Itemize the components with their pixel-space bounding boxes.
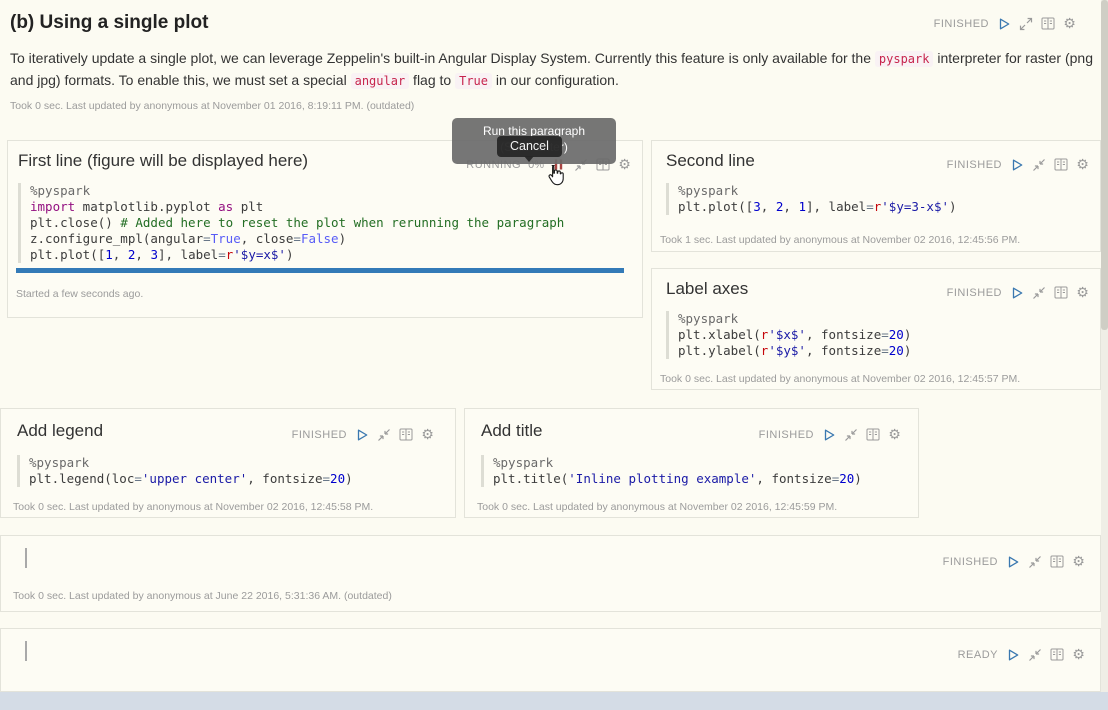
paragraph-title: Label axes xyxy=(666,279,748,299)
paragraph-status-bar: FINISHED ⚙ xyxy=(934,16,1077,31)
paragraph-status-bar: FINISHED ⚙ xyxy=(947,285,1090,300)
gear-icon[interactable]: ⚙ xyxy=(420,427,435,442)
gear-icon[interactable]: ⚙ xyxy=(887,427,902,442)
shrink-icon[interactable] xyxy=(843,427,858,442)
scrollbar[interactable] xyxy=(1101,0,1108,692)
paragraph-empty-finished: FINISHED ⚙ Took 0 sec. Last updated by a… xyxy=(0,535,1101,612)
status-label: READY xyxy=(958,649,998,661)
play-icon[interactable] xyxy=(821,427,836,442)
play-icon[interactable] xyxy=(996,16,1011,31)
shrink-icon[interactable] xyxy=(1027,554,1042,569)
shrink-icon[interactable] xyxy=(1027,647,1042,662)
paragraph-status-bar: FINISHED ⚙ xyxy=(759,427,902,442)
paragraph-timestamp: Took 0 sec. Last updated by anonymous at… xyxy=(13,501,373,513)
status-label: FINISHED xyxy=(934,18,989,30)
paragraph-title: Add title xyxy=(481,421,542,441)
paragraph-second-line: Second line FINISHED ⚙ %pysparkplt.plot(… xyxy=(651,140,1101,252)
play-icon[interactable] xyxy=(1005,647,1020,662)
code-editor[interactable]: %pysparkplt.xlabel(r'$x$', fontsize=20)p… xyxy=(666,311,1086,359)
paragraph-add-legend: Add legend FINISHED ⚙ %pysparkplt.legend… xyxy=(0,408,456,518)
book-icon[interactable] xyxy=(1049,554,1064,569)
play-icon[interactable] xyxy=(1005,554,1020,569)
paragraph-status-bar: FINISHED ⚙ xyxy=(292,427,435,442)
paragraph-title: First line (figure will be displayed her… xyxy=(18,151,308,171)
page-title: (b) Using a single plot xyxy=(10,12,208,34)
play-icon[interactable] xyxy=(354,427,369,442)
gear-icon[interactable]: ⚙ xyxy=(1071,554,1086,569)
paragraph-status-bar: READY ⚙ xyxy=(958,647,1086,662)
paragraph-title: Second line xyxy=(666,151,755,171)
paragraph-empty-ready: READY ⚙ xyxy=(0,628,1101,692)
progress-bar xyxy=(16,268,624,273)
code-editor[interactable]: %pysparkplt.title('Inline plotting examp… xyxy=(481,455,904,487)
editor-cursor xyxy=(25,548,27,568)
paragraph-timestamp: Took 0 sec. Last updated by anonymous at… xyxy=(477,501,837,513)
shrink-icon[interactable] xyxy=(1031,157,1046,172)
paragraph-text: To iteratively update a single plot, we … xyxy=(10,48,1094,92)
paragraph-title: Add legend xyxy=(17,421,103,441)
play-icon[interactable] xyxy=(1009,157,1024,172)
expand-icon[interactable] xyxy=(1018,16,1033,31)
status-label: FINISHED xyxy=(947,287,1002,299)
status-label: FINISHED xyxy=(292,429,347,441)
book-icon[interactable] xyxy=(1040,16,1055,31)
paragraph-add-title: Add title FINISHED ⚙ %pysparkplt.title('… xyxy=(464,408,919,518)
scrollbar-thumb[interactable] xyxy=(1101,0,1108,330)
gear-icon[interactable]: ⚙ xyxy=(1075,285,1090,300)
paragraph-timestamp: Took 1 sec. Last updated by anonymous at… xyxy=(660,234,1020,246)
book-icon[interactable] xyxy=(398,427,413,442)
code-editor[interactable]: %pysparkplt.plot([3, 2, 1], label=r'$y=3… xyxy=(666,183,1086,215)
paragraph-timestamp: Took 0 sec. Last updated by anonymous at… xyxy=(10,100,414,112)
paragraph-timestamp: Took 0 sec. Last updated by anonymous at… xyxy=(13,590,392,602)
gear-icon[interactable]: ⚙ xyxy=(1062,16,1077,31)
book-icon[interactable] xyxy=(865,427,880,442)
paragraph-status-bar: FINISHED ⚙ xyxy=(943,554,1086,569)
gear-icon[interactable]: ⚙ xyxy=(617,157,632,172)
zeppelin-notebook: (b) Using a single plot FINISHED ⚙ To it… xyxy=(0,0,1108,710)
gear-icon[interactable]: ⚙ xyxy=(1071,647,1086,662)
status-label: FINISHED xyxy=(947,159,1002,171)
status-label: FINISHED xyxy=(759,429,814,441)
paragraph-timestamp: Took 0 sec. Last updated by anonymous at… xyxy=(660,373,1020,385)
paragraph-note: Started a few seconds ago. xyxy=(16,288,143,300)
status-label: FINISHED xyxy=(943,556,998,568)
footer-strip xyxy=(0,692,1108,710)
paragraph-status-bar: FINISHED ⚙ xyxy=(947,157,1090,172)
hand-cursor-icon xyxy=(546,164,565,191)
book-icon[interactable] xyxy=(1053,285,1068,300)
cancel-tooltip: Cancel xyxy=(497,136,562,157)
cancel-tooltip-label: Cancel xyxy=(510,139,549,153)
gear-icon[interactable]: ⚙ xyxy=(1075,157,1090,172)
editor-cursor xyxy=(25,641,27,661)
paragraph-label-axes: Label axes FINISHED ⚙ %pysparkplt.xlabel… xyxy=(651,268,1101,390)
paragraph-header: (b) Using a single plot FINISHED ⚙ To it… xyxy=(0,0,1095,120)
shrink-icon[interactable] xyxy=(1031,285,1046,300)
book-icon[interactable] xyxy=(1049,647,1064,662)
shrink-icon[interactable] xyxy=(376,427,391,442)
code-editor[interactable]: %pysparkplt.legend(loc='upper center', f… xyxy=(17,455,441,487)
play-icon[interactable] xyxy=(1009,285,1024,300)
book-icon[interactable] xyxy=(1053,157,1068,172)
code-editor[interactable]: %pysparkimport matplotlib.pyplot as pltp… xyxy=(18,183,628,263)
